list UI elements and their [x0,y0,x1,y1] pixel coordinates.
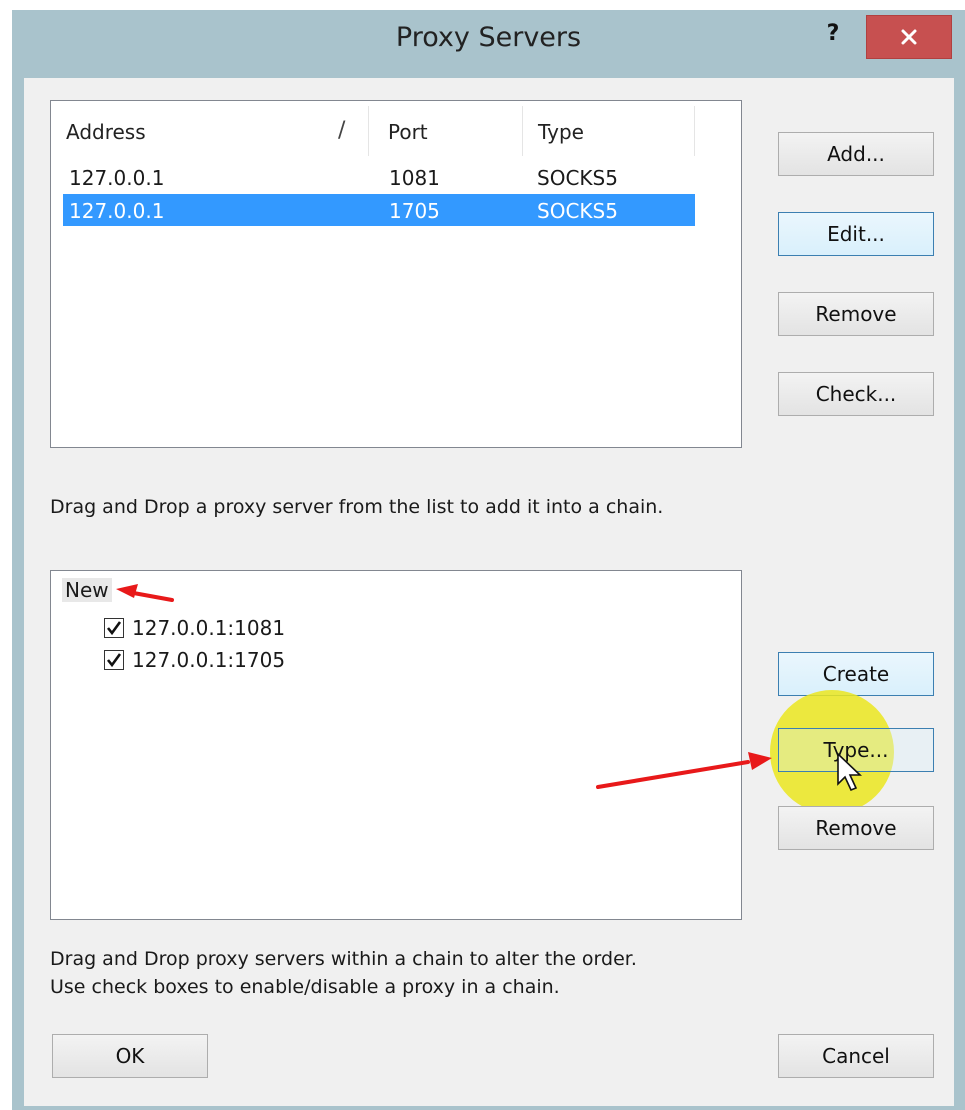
column-divider[interactable] [368,106,369,156]
table-row[interactable]: 127.0.0.1 1081 SOCKS5 [63,161,695,193]
hint-reorder: Drag and Drop proxy servers within a cha… [50,948,637,970]
sort-indicator-icon: / [338,118,346,143]
close-button[interactable] [866,15,952,59]
remove-chain-button[interactable]: Remove [778,806,934,850]
hint-add-to-chain: Drag and Drop a proxy server from the li… [50,496,664,518]
column-divider[interactable] [522,106,523,156]
table-row-selected[interactable]: 127.0.0.1 1705 SOCKS5 [63,194,695,226]
chain-item-checkbox[interactable] [104,650,124,670]
chain-item-checkbox[interactable] [104,618,124,638]
remove-server-button[interactable]: Remove [778,292,934,336]
checkmark-icon [106,621,122,636]
chain-item-label: 127.0.0.1:1081 [132,616,286,640]
edit-button[interactable]: Edit... [778,212,934,256]
cell-type: SOCKS5 [537,199,618,223]
type-button[interactable]: Type... [778,728,934,772]
cell-type: SOCKS5 [537,166,618,190]
column-divider[interactable] [694,106,695,156]
proxy-server-list[interactable]: Address / Port Type 127.0.0.1 1081 SOCKS… [50,100,742,448]
ok-button[interactable]: OK [52,1034,208,1078]
create-chain-button[interactable]: Create [778,652,934,696]
column-header-type[interactable]: Type [538,120,584,144]
cancel-button[interactable]: Cancel [778,1034,934,1078]
cell-address: 127.0.0.1 [69,166,165,190]
list-header: Address / Port Type [52,102,740,158]
chain-node-new[interactable]: New [62,578,112,602]
column-header-address[interactable]: Address [66,120,146,144]
cell-port: 1081 [389,166,440,190]
column-header-port[interactable]: Port [388,120,428,144]
help-button[interactable]: ? [818,14,848,54]
add-button[interactable]: Add... [778,132,934,176]
close-icon [901,29,917,45]
cell-port: 1705 [389,199,440,223]
cell-address: 127.0.0.1 [69,199,165,223]
chain-item-label: 127.0.0.1:1705 [132,648,286,672]
hint-checkboxes: Use check boxes to enable/disable a prox… [50,976,560,998]
checkmark-icon [106,653,122,668]
check-button[interactable]: Check... [778,372,934,416]
